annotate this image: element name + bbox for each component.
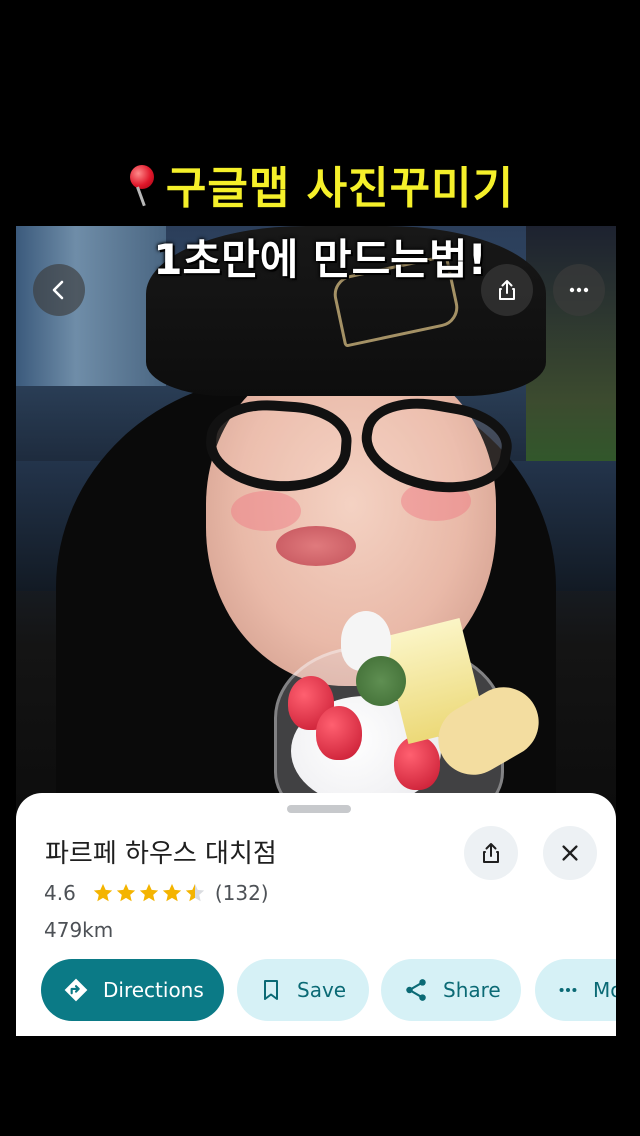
close-button[interactable] (543, 826, 597, 880)
star-rating (92, 882, 207, 904)
directions-icon (64, 978, 88, 1002)
share-icon (483, 843, 499, 863)
save-label: Save (297, 978, 347, 1002)
photo-herb-garnish (356, 656, 406, 706)
more-horizontal-icon (559, 987, 577, 993)
photo-cheek-left (231, 491, 301, 531)
review-count[interactable]: (132) (215, 881, 269, 905)
star-icon (93, 883, 112, 902)
bookmark-icon (264, 980, 278, 1000)
place-info-sheet[interactable]: 파르페 하우스 대치점 4.6 (132) 479km Directions S… (16, 793, 616, 1036)
more-label: More (593, 978, 616, 1002)
star-half-icon (185, 883, 204, 902)
close-icon (562, 845, 578, 861)
photo-strawberry (394, 736, 440, 790)
distance: 479km (44, 918, 114, 942)
share-label: Share (443, 978, 501, 1002)
overlay-title-line-2: 1초만에 만드는법! (153, 235, 487, 284)
share-button[interactable]: Share (381, 959, 521, 1021)
star-icon (162, 883, 181, 902)
directions-label: Directions (103, 978, 204, 1002)
round-pushpin-icon (126, 163, 160, 207)
sheet-share-button[interactable] (464, 826, 518, 880)
place-name: 파르페 하우스 대치점 (45, 839, 277, 869)
place-photo[interactable] (16, 226, 616, 826)
save-button[interactable]: Save (237, 959, 369, 1021)
star-icon (116, 883, 135, 902)
share-nodes-icon (406, 979, 426, 1001)
overlay-title-text: 구글맵 사진꾸미기 (165, 163, 515, 214)
rating-value: 4.6 (44, 881, 76, 905)
star-icon (139, 883, 158, 902)
directions-button[interactable]: Directions (41, 959, 224, 1021)
drag-handle[interactable] (287, 805, 351, 813)
photo-strawberry (316, 706, 362, 760)
more-button[interactable]: More (535, 959, 616, 1021)
photo-lips (276, 526, 356, 566)
overlay-title-line-1: 구글맵 사진꾸미기 (0, 152, 640, 216)
rating-row[interactable]: 4.6 (132) (44, 881, 269, 905)
